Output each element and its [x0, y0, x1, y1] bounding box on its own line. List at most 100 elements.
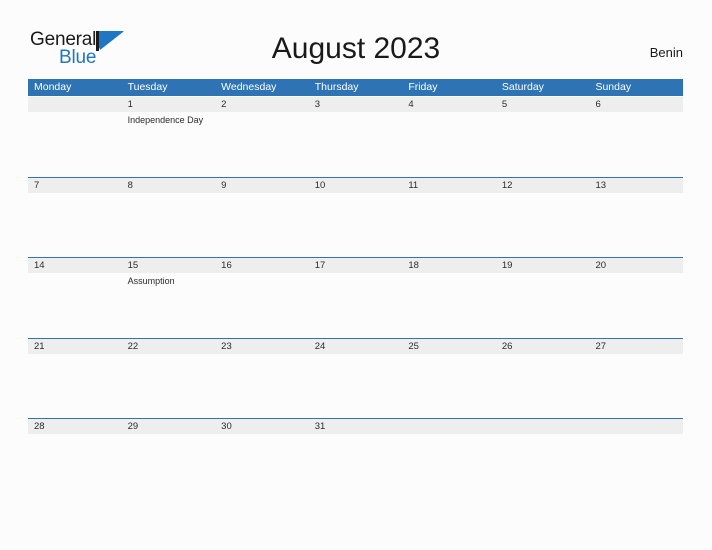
day-cell[interactable]: 8 — [122, 178, 216, 258]
holiday-event: Independence Day — [127, 115, 204, 125]
week-row: 21 22 23 24 25 26 27 — [28, 337, 683, 419]
day-number: 31 — [314, 421, 326, 432]
day-number: 2 — [221, 99, 227, 110]
day-cell[interactable]: 24 — [309, 339, 403, 419]
day-events — [595, 354, 683, 356]
day-number — [595, 419, 683, 434]
day-number: 17 — [314, 260, 326, 271]
day-cell[interactable]: 28 — [28, 419, 122, 499]
day-events — [408, 193, 496, 195]
day-events — [408, 112, 496, 114]
day-events — [595, 193, 683, 195]
day-cell-empty — [402, 419, 496, 499]
day-cell[interactable]: 1 Independence Day — [122, 97, 216, 177]
day-cell[interactable]: 17 — [309, 258, 403, 338]
day-number: 10 — [314, 179, 326, 191]
weekday-friday: Friday — [408, 81, 438, 93]
day-number: 27 — [595, 340, 607, 352]
day-events — [34, 112, 122, 114]
week-row: 1 Independence Day 2 3 4 5 6 — [28, 96, 683, 177]
weekday-tuesday: Tuesday — [127, 81, 168, 93]
calendar-page: General Blue August 2023 Benin Monday Tu… — [0, 0, 712, 550]
day-events — [502, 193, 590, 195]
day-events — [408, 354, 496, 356]
week-row: 7 8 9 10 11 12 13 — [28, 176, 683, 258]
day-cell[interactable]: 11 — [402, 178, 496, 258]
page-title: August 2023 — [271, 32, 441, 65]
day-number: 19 — [501, 260, 513, 271]
day-events — [221, 193, 309, 195]
day-events — [128, 193, 216, 195]
day-events — [595, 273, 683, 275]
day-number — [408, 419, 496, 434]
day-cell[interactable]: 19 — [496, 258, 590, 338]
day-cell[interactable]: 29 — [122, 419, 216, 499]
day-number: 16 — [221, 260, 232, 271]
calendar-grid: Monday Tuesday Wednesday Thursday Friday… — [28, 79, 683, 499]
day-events — [221, 273, 309, 275]
day-cell-row: 1 Independence Day 2 3 4 5 6 — [28, 97, 683, 177]
day-cell[interactable]: 22 — [122, 339, 216, 419]
day-cell-empty — [589, 419, 683, 499]
day-events — [128, 354, 216, 356]
day-events — [595, 112, 683, 114]
day-cell[interactable]: 2 — [215, 97, 309, 177]
day-number — [502, 419, 590, 434]
day-cell[interactable]: 25 — [402, 339, 496, 419]
day-events — [34, 354, 122, 356]
day-events — [408, 434, 496, 436]
day-events: Assumption — [128, 273, 216, 287]
day-cell[interactable]: 23 — [215, 339, 309, 419]
day-cell[interactable]: 31 — [309, 419, 403, 499]
day-number — [34, 97, 122, 112]
day-cell[interactable]: 4 — [402, 97, 496, 177]
day-cell[interactable]: 13 — [589, 178, 683, 258]
weekday-wednesday: Wednesday — [221, 81, 277, 93]
day-number: 25 — [408, 340, 419, 352]
day-cell-row: 28 29 30 31 — [28, 419, 683, 499]
weekday-monday: Monday — [34, 81, 72, 93]
day-number: 1 — [127, 99, 133, 110]
day-number: 22 — [127, 340, 139, 352]
day-events — [128, 434, 216, 436]
day-number: 24 — [314, 340, 326, 352]
day-cell[interactable]: 7 — [28, 178, 122, 258]
day-cell[interactable]: 18 — [402, 258, 496, 338]
holiday-event: Assumption — [127, 276, 175, 286]
day-number: 5 — [501, 99, 508, 110]
day-number: 29 — [127, 421, 139, 432]
day-cell[interactable]: 15 Assumption — [122, 258, 216, 338]
day-cell[interactable]: 16 — [215, 258, 309, 338]
day-cell[interactable]: 21 — [28, 339, 122, 419]
day-cell[interactable]: 26 — [496, 339, 590, 419]
day-cell[interactable]: 20 — [589, 258, 683, 338]
day-events — [502, 354, 590, 356]
day-events — [315, 112, 403, 114]
day-cell[interactable]: 14 — [28, 258, 122, 338]
day-cell[interactable]: 9 — [215, 178, 309, 258]
country-label: Benin — [649, 45, 683, 60]
day-events — [315, 434, 403, 436]
day-cell[interactable]: 5 — [496, 97, 590, 177]
day-events — [315, 273, 403, 275]
day-number: 28 — [34, 421, 45, 432]
day-events — [502, 112, 590, 114]
day-events — [408, 273, 496, 275]
day-cell-row: 21 22 23 24 25 26 27 — [28, 339, 683, 419]
day-cell[interactable]: 3 — [309, 97, 403, 177]
day-cell-empty — [28, 97, 122, 177]
day-cell-row: 14 15 Assumption 16 17 18 19 20 — [28, 258, 683, 338]
day-cell[interactable]: 30 — [215, 419, 309, 499]
day-cell[interactable]: 12 — [496, 178, 590, 258]
weekday-thursday: Thursday — [314, 81, 359, 93]
day-number: 12 — [501, 179, 513, 191]
day-events — [221, 354, 309, 356]
day-events — [34, 434, 122, 436]
day-cell[interactable]: 10 — [309, 178, 403, 258]
day-cell[interactable]: 27 — [589, 339, 683, 419]
day-events — [315, 193, 403, 195]
day-cell[interactable]: 6 — [589, 97, 683, 177]
week-row: 28 29 30 31 — [28, 418, 683, 499]
day-number: 15 — [127, 260, 139, 271]
day-events — [34, 273, 122, 275]
